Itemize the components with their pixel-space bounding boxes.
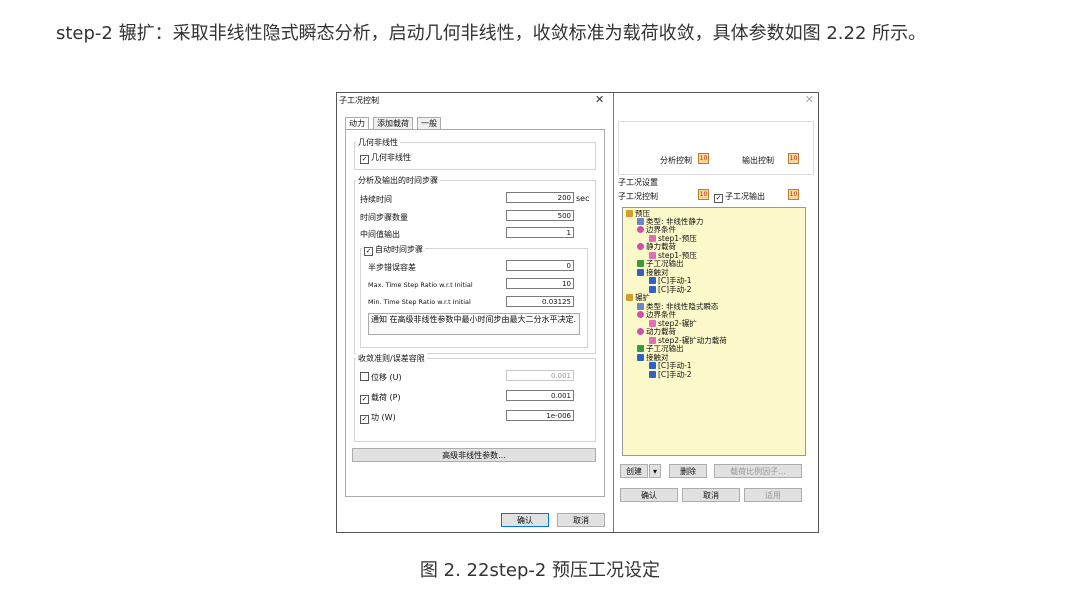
figure-screenshot: 子工况控制 ✕ 动力 添加载荷 一般 几何非线性 ✓ 几何非线性 分析及输出的时间… <box>336 92 819 533</box>
reference-icon <box>649 337 656 344</box>
subcase-control-dialog: 子工况控制 ✕ 动力 添加载荷 一般 几何非线性 ✓ 几何非线性 分析及输出的时间… <box>337 93 614 532</box>
checkbox-checked-icon: ✓ <box>714 194 723 203</box>
body-paragraph: step-2 辗扩：采取非线性隐式瞬态分析，启动几何非线性，收敛标准为载荷收敛，… <box>56 23 927 44</box>
checkbox-checked-icon: ✓ <box>364 247 373 256</box>
mid-output-input[interactable]: 1 <box>506 227 574 238</box>
geom-checkbox[interactable]: ✓ 几何非线性 <box>360 152 411 164</box>
output-control-icon[interactable]: 10 <box>788 153 799 164</box>
panel-ok-button[interactable]: 确认 <box>620 488 678 502</box>
checkbox-empty-icon <box>360 372 369 381</box>
steps-label: 时间步骤数量 <box>360 213 408 222</box>
convergence-group-label: 收敛准则/误差容限 <box>356 353 427 364</box>
subcase-group-label: 子工况设置 <box>618 178 658 187</box>
max-ratio-input[interactable]: 10 <box>506 278 574 289</box>
output-icon <box>637 260 644 267</box>
work-label: 功 (W) <box>371 413 396 422</box>
checkbox-checked-icon: ✓ <box>360 415 369 424</box>
dialog-title: 子工况控制 <box>339 96 379 105</box>
mid-output-label: 中间值输出 <box>360 230 400 239</box>
reference-icon <box>649 252 656 259</box>
tab-panel: 几何非线性 ✓ 几何非线性 分析及输出的时间步骤 持续时间 200 sec 时间步… <box>345 129 605 497</box>
disp-checkbox[interactable]: 位移 (U) <box>360 372 402 383</box>
folder-icon <box>626 294 633 301</box>
close-icon[interactable]: ✕ <box>805 93 814 106</box>
duration-label: 持续时间 <box>360 195 392 204</box>
create-button[interactable]: 创建 <box>620 464 648 478</box>
sheet-icon <box>637 218 644 225</box>
load-checkbox[interactable]: ✓ 载荷 (P) <box>360 392 401 404</box>
subcase-output-label: 子工况输出 <box>725 192 765 201</box>
create-dropdown-button[interactable]: ▾ <box>649 464 661 478</box>
panel-apply-button[interactable]: 适用 <box>744 488 802 502</box>
work-input[interactable]: 1e-006 <box>506 410 574 421</box>
disp-input[interactable]: 0.001 <box>506 370 574 381</box>
subcase-output-icon[interactable]: 10 <box>788 189 799 200</box>
subcase-settings-panel: ✕ 分析控制 10 输出控制 10 子工况设置 子工况控制 10 ✓ 子工况输出 … <box>614 93 818 532</box>
output-icon <box>637 345 644 352</box>
hourglass-icon <box>649 362 656 369</box>
load-input[interactable]: 0.001 <box>506 390 574 401</box>
tree-node[interactable]: [C]手动-2 <box>649 285 692 294</box>
reference-icon <box>649 235 656 242</box>
load-factor-button[interactable]: 载荷比例因子... <box>714 464 802 478</box>
gear-icon <box>637 311 644 318</box>
subcase-tree: 预压 类型: 非线性静力 边界条件 step1-预压 静力载荷 step1-预压… <box>622 207 806 456</box>
gear-icon <box>637 243 644 250</box>
output-control-label: 输出控制 <box>742 156 774 165</box>
max-ratio-label: Max. Time Step Ratio w.r.t Initial <box>368 281 473 289</box>
work-checkbox[interactable]: ✓ 功 (W) <box>360 412 396 424</box>
chevron-down-icon: ▾ <box>652 467 657 476</box>
dialog-cancel-button[interactable]: 取消 <box>557 513 605 527</box>
min-ratio-label: Min. Time Step Ratio w.r.t Initial <box>368 298 471 306</box>
close-icon[interactable]: ✕ <box>595 93 604 106</box>
subcase-control-label: 子工况控制 <box>618 192 658 201</box>
analysis-control-icon[interactable]: 10 <box>698 153 709 164</box>
hourglass-icon <box>637 354 644 361</box>
dialog-ok-button[interactable]: 确认 <box>501 513 549 527</box>
gear-icon <box>637 328 644 335</box>
figure-caption: 图 2. 22step-2 预压工况设定 <box>419 560 661 581</box>
control-group <box>618 121 814 175</box>
checkbox-checked-icon: ✓ <box>360 395 369 404</box>
hourglass-icon <box>637 269 644 276</box>
panel-cancel-button[interactable]: 取消 <box>682 488 740 502</box>
hourglass-icon <box>649 371 656 378</box>
sheet-icon <box>637 303 644 310</box>
subcase-output-checkbox[interactable]: ✓ 子工况输出 <box>714 191 765 203</box>
notice-box: 通知 在高级非线性参数中最小时间步由最大二分水平决定. <box>368 313 580 335</box>
tree-node[interactable]: [C]手动-2 <box>649 370 692 379</box>
half-err-label: 半步错误容差 <box>368 263 416 272</box>
hourglass-icon <box>649 286 656 293</box>
steps-input[interactable]: 500 <box>506 210 574 221</box>
min-ratio-input[interactable]: 0.03125 <box>506 296 574 307</box>
load-label: 载荷 (P) <box>371 393 401 402</box>
subcase-control-icon[interactable]: 10 <box>698 189 709 200</box>
gear-icon <box>637 226 644 233</box>
reference-icon <box>649 320 656 327</box>
folder-icon <box>626 210 633 217</box>
analysis-control-label: 分析控制 <box>660 156 692 165</box>
half-err-input[interactable]: 0 <box>506 260 574 271</box>
disp-label: 位移 (U) <box>371 373 402 382</box>
advanced-nonlinear-button[interactable]: 高级非线性参数... <box>352 448 596 462</box>
duration-input[interactable]: 200 <box>506 192 574 203</box>
duration-unit: sec <box>576 194 590 203</box>
checkbox-checked-icon: ✓ <box>360 155 369 164</box>
auto-step-label: 自动时间步骤 <box>375 245 423 254</box>
delete-button[interactable]: 删除 <box>669 464 707 478</box>
auto-step-checkbox[interactable]: ✓ 自动时间步骤 <box>362 244 425 256</box>
geom-group-label: 几何非线性 <box>356 137 400 148</box>
hourglass-icon <box>649 277 656 284</box>
geom-checkbox-label: 几何非线性 <box>371 153 411 162</box>
time-group-label: 分析及输出的时间步骤 <box>356 175 440 186</box>
